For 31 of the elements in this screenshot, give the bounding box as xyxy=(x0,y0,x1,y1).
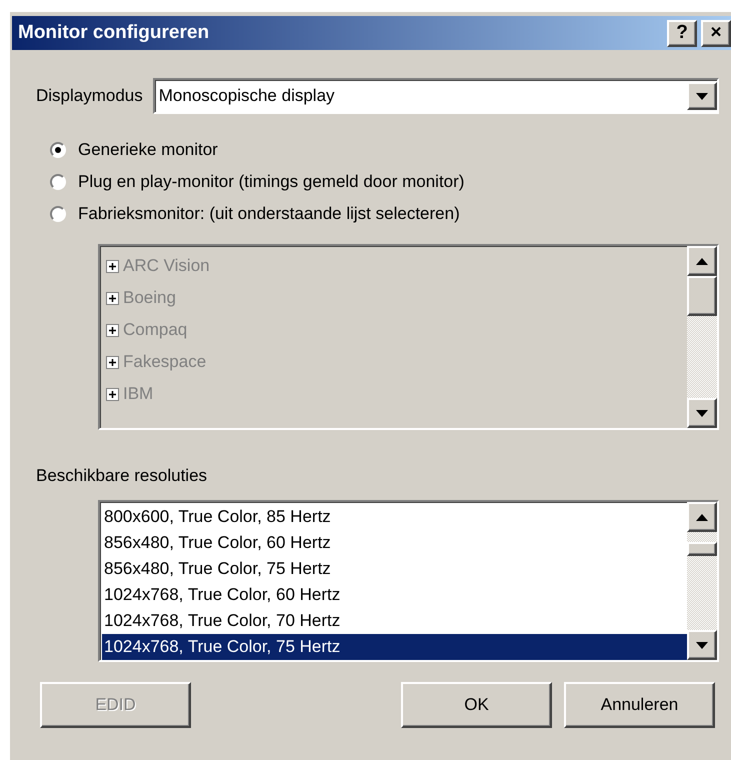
resolution-item[interactable]: 1024x768, True Color, 60 Hertz xyxy=(102,582,687,608)
display-mode-label: Displaymodus xyxy=(36,86,143,106)
display-mode-dropdown[interactable]: Monoscopische display xyxy=(152,78,719,114)
resolution-item[interactable]: 1024x768, True Color, 75 Hertz xyxy=(102,634,687,660)
radio-button[interactable] xyxy=(50,174,66,190)
radio-label[interactable]: Plug en play-monitor (timings gemeld door monitor) xyxy=(78,172,464,192)
radio-button[interactable] xyxy=(50,142,66,158)
dialog-button[interactable]: OK xyxy=(401,682,552,728)
resolutions-list[interactable]: 800x600, True Color, 85 Hertz 856x480, True Color, 60 Hertz 856x480, True Color, 75 Hertz 1024x768, True Color, 60 Hertz 1024x768, True Color, 70 Hertz 1024x768, True Color, 75 Hertz xyxy=(98,500,719,662)
arrow-button[interactable] xyxy=(687,82,717,110)
dialog-button[interactable]: Annuleren xyxy=(564,682,715,728)
down-arrow-icon xyxy=(696,92,708,100)
up-arrow-icon xyxy=(696,514,708,520)
window-title: Monitor configureren xyxy=(18,22,210,44)
down-arrow-icon xyxy=(696,642,708,648)
help-button[interactable]: ? xyxy=(667,20,697,46)
resolution-item[interactable]: 800x600, True Color, 85 Hertz xyxy=(102,504,687,530)
resolutions-label: Beschikbare resoluties xyxy=(36,466,208,486)
up-arrow-icon xyxy=(696,258,708,264)
close-button[interactable]: × xyxy=(701,20,731,46)
radio-label[interactable]: Fabrieksmonitor: (uit onderstaande lijst selecteren) xyxy=(78,204,460,224)
scrollbar[interactable] xyxy=(687,502,717,660)
resolution-item[interactable]: 1024x768, True Color, 70 Hertz xyxy=(102,608,687,634)
arrow-button[interactable] xyxy=(687,630,717,660)
resolution-item[interactable]: 856x480, True Color, 75 Hertz xyxy=(102,556,687,582)
arrow-button[interactable] xyxy=(687,502,717,532)
scroll-thumb[interactable] xyxy=(687,542,717,556)
radio-button[interactable] xyxy=(50,206,66,222)
resolution-item[interactable]: 856x480, True Color, 60 Hertz xyxy=(102,530,687,556)
radio-label[interactable]: Generieke monitor xyxy=(78,140,218,160)
down-arrow-icon xyxy=(696,410,708,416)
